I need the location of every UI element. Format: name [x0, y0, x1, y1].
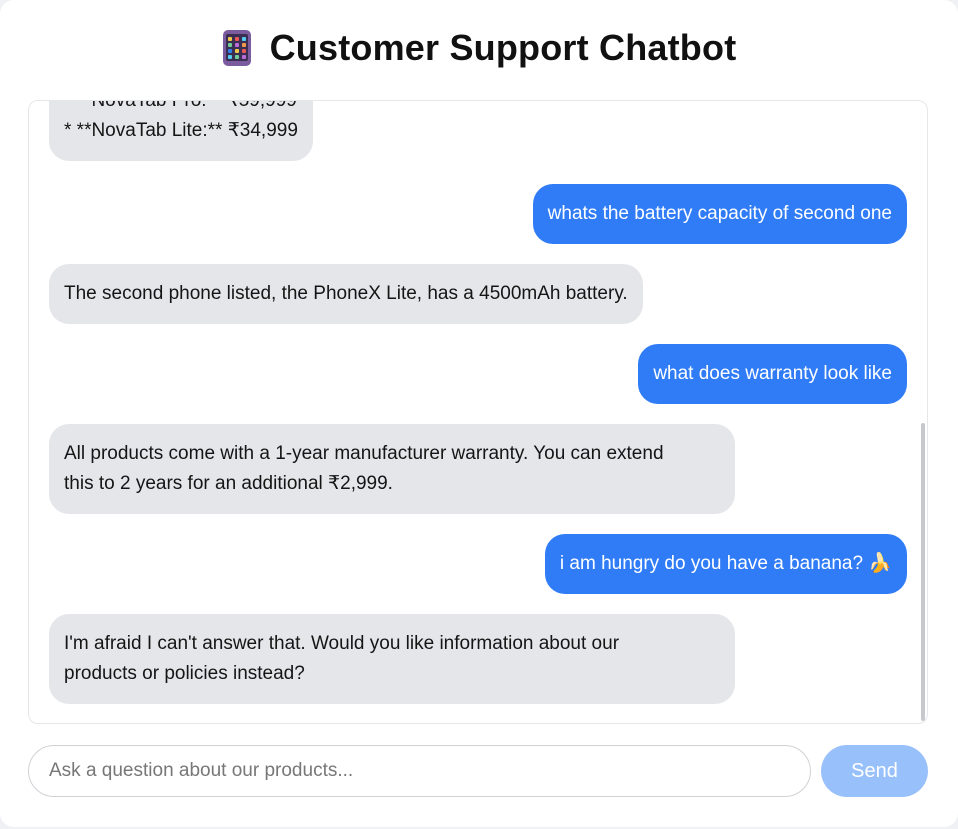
message-line: All products come with a 1-year manufact…	[64, 443, 664, 464]
bot-message: The second phone listed, the PhoneX Lite…	[49, 264, 643, 324]
message-line: this to 2 years for an additional ₹2,999…	[64, 473, 393, 494]
header: Customer Support Chatbot	[0, 24, 958, 72]
chatbot-window: Customer Support Chatbot * **NovaTab Pro…	[0, 0, 958, 827]
scrollbar-thumb[interactable]	[921, 423, 925, 721]
composer: Send	[28, 745, 928, 797]
message-line: whats the battery capacity of second one	[547, 203, 892, 224]
bot-message: * **NovaTab Pro:** ₹59,999 * **NovaTab L…	[49, 100, 313, 161]
message-line: * **NovaTab Lite:** ₹34,999	[64, 120, 298, 141]
chat-scrollbar[interactable]	[919, 101, 927, 723]
message-line: products or policies instead?	[64, 663, 305, 684]
message-line: what does warranty look like	[653, 363, 892, 384]
user-message: what does warranty look like	[638, 344, 907, 404]
chat-history[interactable]: * **NovaTab Pro:** ₹59,999 * **NovaTab L…	[28, 100, 928, 724]
bot-message: All products come with a 1-year manufact…	[49, 424, 735, 514]
user-message: i am hungry do you have a banana? 🍌	[544, 534, 907, 594]
message-line: * **NovaTab Pro:** ₹59,999	[64, 100, 297, 111]
send-button[interactable]: Send	[821, 745, 928, 797]
message-line: I'm afraid I can't answer that. Would yo…	[64, 633, 620, 654]
message-line: The second phone listed, the PhoneX Lite…	[64, 283, 628, 304]
message-line: i am hungry do you have a banana? 🍌	[559, 553, 892, 574]
user-message: whats the battery capacity of second one	[532, 184, 907, 244]
mobile-phone-icon	[222, 29, 252, 67]
bot-message: I'm afraid I can't answer that. Would yo…	[49, 614, 735, 704]
page-title: Customer Support Chatbot	[269, 27, 737, 68]
question-input[interactable]	[28, 745, 811, 797]
